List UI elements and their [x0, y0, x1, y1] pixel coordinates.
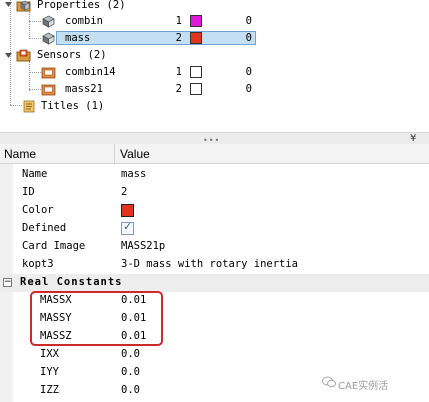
property-name: Defined — [22, 222, 67, 234]
tree-item-value: 0 — [245, 66, 252, 78]
tree-item-value: 0 — [245, 15, 252, 27]
property-value[interactable]: 2 — [121, 186, 127, 198]
defined-checkbox[interactable]: ✓ — [121, 220, 134, 235]
property-value[interactable]: 3-D mass with rotary inertia — [121, 258, 298, 270]
tree-item-properties[interactable]: Properties (2) — [0, 0, 429, 14]
grid-header: Name Value — [0, 144, 429, 164]
sensor-icon — [41, 67, 56, 79]
sensor-icon — [41, 84, 56, 96]
checkmark-icon: ✓ — [123, 220, 133, 233]
color-swatch[interactable] — [121, 204, 134, 217]
property-name: kopt3 — [22, 258, 54, 270]
tree-item-label: mass21 — [65, 83, 103, 95]
property-value[interactable]: 0.0 — [121, 384, 140, 396]
property-row-name[interactable]: Name mass — [0, 166, 429, 184]
property-grid: Name Value Name mass ID 2 Color Defined … — [0, 144, 429, 402]
watermark-text: CAE实例活 — [338, 381, 389, 392]
collapse-panel-icon[interactable]: ¥ — [410, 133, 416, 144]
property-name: Name — [22, 168, 48, 180]
tree-item-count: (2) — [106, 0, 126, 11]
cube-icon — [42, 32, 55, 45]
section-title: Real Constants — [20, 276, 123, 288]
tree-item-combin14[interactable]: combin14 1 0 — [0, 65, 429, 81]
tree-item-label: combin — [65, 15, 103, 27]
property-value[interactable]: 0.0 — [121, 348, 140, 360]
tree-item-mass21[interactable]: mass21 2 0 — [0, 82, 429, 98]
property-value[interactable]: 0.0 — [121, 366, 140, 378]
property-name: Card Image — [22, 240, 86, 252]
property-name: ID — [22, 186, 35, 198]
tree-item-text: Titles — [41, 100, 79, 112]
property-row-color[interactable]: Color — [0, 202, 429, 220]
tree-item-id: 1 — [175, 15, 182, 27]
cube-icon — [42, 15, 55, 28]
tree-item-value: 0 — [245, 32, 252, 44]
property-row-ixx[interactable]: IXX 0.0 — [0, 346, 429, 364]
sensor-folder-icon — [16, 49, 31, 62]
tree-item-text: Properties — [37, 0, 101, 11]
folder-cube-icon — [16, 0, 31, 12]
property-name: IZZ — [40, 384, 59, 396]
property-name: Color — [22, 204, 54, 216]
annotation-highlight-box — [30, 291, 163, 346]
property-row-card-image[interactable]: Card Image MASS21p — [0, 238, 429, 256]
color-swatch[interactable] — [190, 83, 202, 95]
model-tree[interactable]: Properties (2) combin 1 0 mass 2 0 Senso… — [0, 0, 429, 132]
tree-item-label: Properties (2) — [37, 0, 126, 11]
tree-item-id: 2 — [175, 83, 182, 95]
property-name: IYY — [40, 366, 59, 378]
color-swatch[interactable] — [190, 32, 202, 44]
property-row-defined[interactable]: Defined ✓ — [0, 220, 429, 238]
collapse-section-icon[interactable]: − — [3, 278, 12, 287]
wechat-icon — [322, 376, 336, 388]
column-header-name[interactable]: Name — [4, 147, 36, 161]
tree-item-count: (1) — [85, 100, 105, 112]
property-row-kopt3[interactable]: kopt3 3-D mass with rotary inertia — [0, 256, 429, 274]
tree-item-sensors[interactable]: Sensors (2) — [0, 48, 429, 64]
tree-item-label: combin14 — [65, 66, 116, 78]
tree-item-id: 2 — [175, 32, 182, 44]
property-name: IXX — [40, 348, 59, 360]
color-swatch[interactable] — [190, 15, 202, 27]
property-value[interactable]: MASS21p — [121, 240, 165, 252]
column-divider[interactable] — [114, 144, 115, 163]
column-header-value[interactable]: Value — [120, 147, 150, 161]
property-row-id[interactable]: ID 2 — [0, 184, 429, 202]
titles-icon — [23, 100, 35, 113]
section-real-constants[interactable]: − Real Constants — [0, 274, 429, 292]
tree-item-titles[interactable]: Titles (1) — [0, 99, 429, 115]
tree-item-text: Sensors — [37, 49, 82, 61]
tree-item-mass[interactable]: mass 2 0 — [0, 31, 429, 47]
tree-item-label: mass — [65, 32, 91, 44]
color-swatch[interactable] — [190, 66, 202, 78]
tree-item-value: 0 — [245, 83, 252, 95]
property-value[interactable]: mass — [121, 168, 146, 180]
tree-item-id: 1 — [175, 66, 182, 78]
tree-item-combin[interactable]: combin 1 0 — [0, 14, 429, 30]
tree-item-count: (2) — [87, 49, 107, 61]
